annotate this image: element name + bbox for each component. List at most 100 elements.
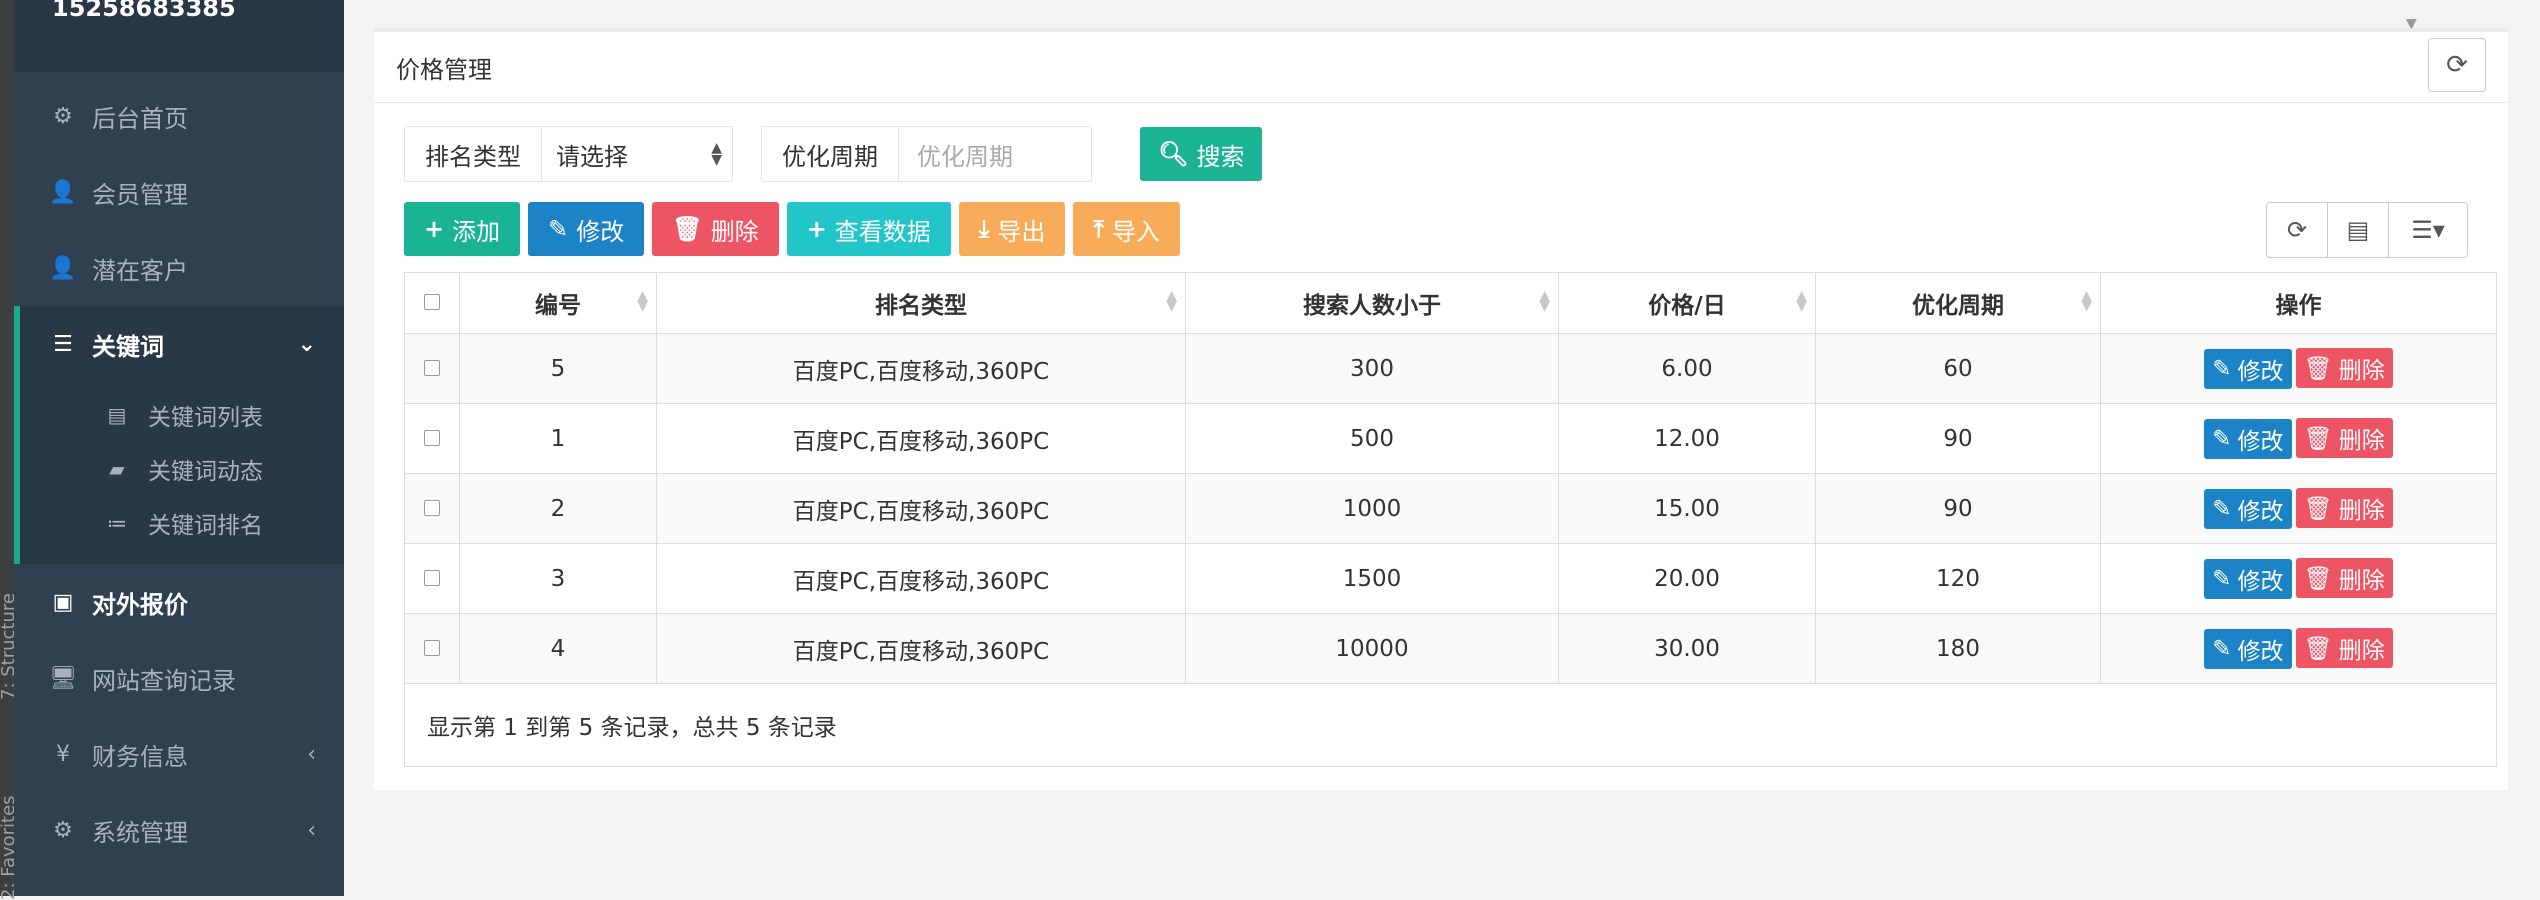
- yen-icon: ¥: [56, 741, 70, 767]
- bars-icon: ☰: [53, 331, 73, 357]
- table-cell: 500: [1185, 403, 1559, 474]
- row-edit-button[interactable]: ✎ 修改: [2204, 628, 2292, 669]
- col-header-price[interactable]: 价格/日 ▲ ▼: [1558, 272, 1816, 334]
- import-button[interactable]: ⤒ 导入: [1073, 202, 1181, 256]
- table-row[interactable]: 1 百度PC,百度移动,360PC 500 12.00 90 ✎ 修改 🗑 删除: [404, 403, 2497, 474]
- table-cell: 百度PC,百度移动,360PC: [656, 473, 1186, 544]
- table-cell: 20.00: [1558, 543, 1816, 614]
- chevron-down-icon: ⌄: [297, 331, 316, 357]
- sidebar-item-finance[interactable]: ¥ 财务信息 ‹: [14, 716, 344, 792]
- sidebar-item-label: 对外报价: [92, 590, 188, 619]
- user-phone[interactable]: 15258683385: [52, 0, 236, 22]
- sidebar-subitem-keyword-ranking[interactable]: ≔ 关键词排名: [20, 496, 344, 550]
- row-edit-button[interactable]: ✎ 修改: [2204, 488, 2292, 529]
- table-refresh-button[interactable]: ⟳: [2267, 203, 2328, 257]
- col-header-id[interactable]: 编号 ▲ ▼: [459, 272, 657, 334]
- row-delete-button[interactable]: 🗑 删除: [2295, 628, 2393, 669]
- table-cell: 120: [1815, 543, 2101, 614]
- pencil-icon: ✎: [2212, 425, 2232, 452]
- row-delete-button[interactable]: 🗑 删除: [2295, 418, 2393, 459]
- export-button[interactable]: ⤓ 导出: [958, 202, 1066, 256]
- pencil-icon: ✎: [2212, 355, 2232, 382]
- chevron-left-icon: ‹: [307, 741, 316, 767]
- toggle-view-button[interactable]: ▤: [2328, 203, 2389, 257]
- row-edit-button[interactable]: ✎ 修改: [2204, 348, 2292, 389]
- search-button-label: 搜索: [1196, 142, 1245, 171]
- row-edit-button[interactable]: ✎ 修改: [2204, 418, 2292, 459]
- sidebar-item-quotes[interactable]: ▣ 对外报价: [14, 564, 344, 640]
- sidebar-subitem-keyword-list[interactable]: ▤ 关键词列表: [20, 388, 344, 442]
- row-delete-label: 删除: [2338, 358, 2385, 385]
- sidebar-item-label: 后台首页: [92, 104, 188, 133]
- rank-type-label: 排名类型: [405, 127, 542, 181]
- table-cell: 10000: [1185, 613, 1559, 684]
- col-header-rank-type[interactable]: 排名类型 ▲ ▼: [656, 272, 1186, 334]
- row-delete-button[interactable]: 🗑 删除: [2295, 558, 2393, 599]
- table-cell: 90: [1815, 403, 2101, 474]
- sidebar-item-label: 会员管理: [92, 180, 188, 209]
- import-label: 导入: [1112, 217, 1161, 246]
- rank-type-group: 排名类型 请选择 ▲ ▼: [404, 126, 733, 182]
- main-panel: 价格管理 ⟳ 排名类型 请选择 ▲ ▼ 优化周期 优化周期 🔍︎ 搜索 + 添加 …: [374, 28, 2508, 790]
- row-edit-button[interactable]: ✎ 修改: [2204, 558, 2292, 599]
- edit-button[interactable]: ✎ 修改: [528, 202, 645, 256]
- pencil-icon: ✎: [2212, 495, 2232, 522]
- gears-icon: ⚙: [53, 103, 73, 129]
- columns-dropdown-button[interactable]: ☰▾: [2389, 203, 2467, 257]
- add-button[interactable]: + 添加: [404, 202, 521, 256]
- download-icon: ⤓: [978, 215, 990, 243]
- sidebar-item-system[interactable]: ⚙ 系统管理 ‹: [14, 792, 344, 868]
- row-checkbox[interactable]: [424, 499, 440, 516]
- rank-type-value: 请选择: [556, 142, 628, 171]
- select-all-checkbox[interactable]: [424, 294, 440, 310]
- table-row[interactable]: 3 百度PC,百度移动,360PC 1500 20.00 120 ✎ 修改 🗑 删除: [404, 543, 2497, 614]
- row-actions-cell: ✎ 修改 🗑 删除: [2100, 613, 2497, 684]
- table-cell: 1500: [1185, 543, 1559, 614]
- th-list-icon: ☰▾: [2411, 216, 2445, 244]
- search-button[interactable]: 🔍︎ 搜索: [1140, 127, 1263, 181]
- rank-type-select[interactable]: 请选择 ▲ ▼: [542, 127, 732, 181]
- row-edit-label: 修改: [2237, 428, 2284, 455]
- row-checkbox[interactable]: [424, 429, 440, 446]
- refresh-icon: ⟳: [2286, 216, 2308, 244]
- col-header-search-count[interactable]: 搜索人数小于 ▲ ▼: [1185, 272, 1559, 334]
- search-icon: 🔍︎: [1158, 140, 1189, 168]
- subitem-label: 关键词排名: [148, 513, 263, 539]
- row-delete-label: 删除: [2338, 498, 2385, 525]
- row-checkbox[interactable]: [424, 359, 440, 376]
- sidebar-item-label: 财务信息: [92, 742, 188, 771]
- sidebar-item-prospects[interactable]: 👤 潜在客户: [14, 230, 344, 306]
- sidebar-item-keywords[interactable]: ☰ 关键词 ⌄: [14, 306, 344, 382]
- col-header-period[interactable]: 优化周期 ▲ ▼: [1815, 272, 2101, 334]
- row-checkbox[interactable]: [424, 639, 440, 656]
- sidebar-subitem-keyword-dynamics[interactable]: ▰ 关键词动态: [20, 442, 344, 496]
- row-checkbox[interactable]: [424, 569, 440, 586]
- export-label: 导出: [997, 217, 1046, 246]
- row-select-cell: [404, 333, 460, 404]
- table-row[interactable]: 2 百度PC,百度移动,360PC 1000 15.00 90 ✎ 修改 🗑 删除: [404, 473, 2497, 544]
- panel-header: 价格管理: [374, 32, 2508, 103]
- trash-icon: 🗑: [2303, 495, 2333, 522]
- view-data-button[interactable]: + 查看数据: [786, 202, 951, 256]
- subitem-label: 关键词列表: [148, 405, 263, 431]
- table-row[interactable]: 4 百度PC,百度移动,360PC 10000 30.00 180 ✎ 修改 🗑 删除: [404, 613, 2497, 684]
- period-input[interactable]: 优化周期: [899, 127, 1091, 181]
- row-edit-label: 修改: [2237, 638, 2284, 665]
- plus-icon: +: [424, 215, 445, 243]
- sort-icon: ▲ ▼: [1166, 288, 1177, 314]
- panel-refresh-button[interactable]: ⟳: [2428, 38, 2486, 92]
- row-delete-button[interactable]: 🗑 删除: [2295, 488, 2393, 529]
- row-delete-button[interactable]: 🗑 删除: [2295, 348, 2393, 389]
- delete-button[interactable]: 🗑 删除: [652, 202, 779, 256]
- row-edit-label: 修改: [2237, 498, 2284, 525]
- row-delete-label: 删除: [2338, 428, 2385, 455]
- table-row[interactable]: 5 百度PC,百度移动,360PC 300 6.00 60 ✎ 修改 🗑 删除: [404, 333, 2497, 404]
- list-ol-icon: ≔: [107, 511, 127, 535]
- subitem-label: 关键词动态: [148, 459, 263, 485]
- sidebar-item-site-queries[interactable]: 🖥 网站查询记录: [14, 640, 344, 716]
- sidebar-item-home[interactable]: ⚙ 后台首页: [14, 78, 344, 154]
- trash-icon: 🗑: [2303, 425, 2333, 452]
- book-icon: ▰: [109, 457, 125, 481]
- sidebar-item-members[interactable]: 👤 会员管理: [14, 154, 344, 230]
- trash-icon: 🗑: [2303, 565, 2333, 592]
